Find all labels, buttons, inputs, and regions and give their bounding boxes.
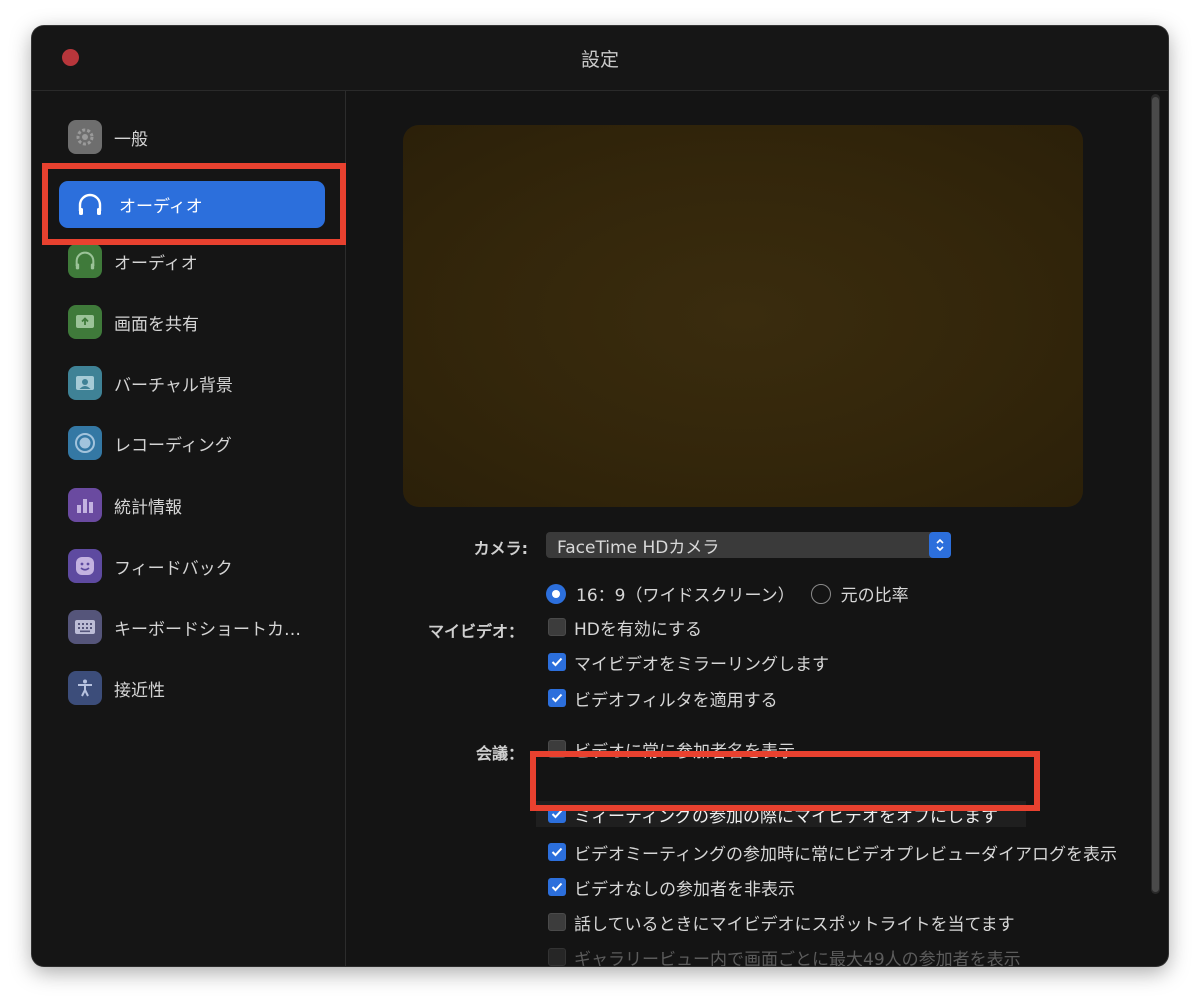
hd-label: HDを有効にする xyxy=(574,619,703,640)
filter-label: ビデオフィルタを適用する xyxy=(574,690,778,711)
aspect-ratio-group: 16：9（ワイドスクリーン） 元の比率 xyxy=(546,581,909,606)
sidebar-item-recording[interactable]: レコーディング xyxy=(68,423,328,463)
smile-icon xyxy=(68,549,102,583)
chevron-updown-icon xyxy=(929,532,951,558)
gear-icon xyxy=(68,120,102,154)
radio-widescreen[interactable] xyxy=(546,583,566,604)
sidebar-item-label: バーチャル背景 xyxy=(114,375,233,396)
headphones-icon xyxy=(68,244,102,278)
settings-window: 設定 一般 オーディオ オーディオ 画面を共有 バーチャル背景 レコーディング … xyxy=(32,26,1168,966)
gallery49-checkbox xyxy=(548,948,566,966)
checkmark-icon xyxy=(551,693,563,703)
video-settings-panel: カメラ: FaceTime HDカメラ 16：9（ワイドスクリーン） 元の比率 … xyxy=(346,91,1146,966)
scrollbar[interactable] xyxy=(1151,94,1160,894)
preview-dialog-checkbox[interactable] xyxy=(548,843,566,861)
checkmark-icon xyxy=(551,847,563,857)
mirror-checkbox[interactable] xyxy=(548,653,566,671)
title-bar: 設定 xyxy=(32,26,1168,91)
checkmark-icon xyxy=(551,882,563,892)
accessibility-icon xyxy=(68,671,102,705)
sidebar-item-virtual-background[interactable]: バーチャル背景 xyxy=(68,363,328,403)
mirror-label: マイビデオをミラーリングします xyxy=(574,654,829,675)
spotlight-label: 話しているときにマイビデオにスポットライトを当てます xyxy=(574,914,1015,935)
window-title: 設定 xyxy=(580,49,619,71)
my-video-label: マイビデオ： xyxy=(427,622,524,641)
camera-label: カメラ: xyxy=(473,539,528,558)
spotlight-option[interactable]: 話しているときにマイビデオにスポットライトを当てます xyxy=(548,911,1015,935)
radio-original-ratio[interactable] xyxy=(810,583,831,604)
sidebar-item-share-screen[interactable]: 画面を共有 xyxy=(68,302,328,342)
gallery49-option: ギャラリービュー内で画面ごとに最大49人の参加者を表示 xyxy=(548,946,1021,966)
highlight-frame-sidebar xyxy=(42,163,346,245)
filter-checkbox[interactable] xyxy=(548,689,566,707)
bar-chart-icon xyxy=(68,488,102,522)
radio-widescreen-label: 16：9（ワイドスクリーン） xyxy=(576,586,795,606)
checkmark-icon xyxy=(551,657,563,667)
gallery49-label: ギャラリービュー内で画面ごとに最大49人の参加者を表示 xyxy=(574,949,1021,967)
sidebar-item-accessibility[interactable]: 接近性 xyxy=(68,668,328,708)
sidebar-item-statistics[interactable]: 統計情報 xyxy=(68,485,328,525)
preview-dialog-option[interactable]: ビデオミーティングの参加時に常にビデオプレビューダイアログを表示 xyxy=(548,841,1117,865)
hd-option[interactable]: HDを有効にする xyxy=(548,616,703,640)
meeting-label: 会議： xyxy=(475,744,524,763)
sidebar-item-label: レコーディング xyxy=(114,435,232,456)
filter-option[interactable]: ビデオフィルタを適用する xyxy=(548,687,778,711)
sidebar-item-label: 接近性 xyxy=(114,680,165,701)
sidebar-item-label: 統計情報 xyxy=(114,497,182,518)
spotlight-checkbox[interactable] xyxy=(548,913,566,931)
record-icon xyxy=(68,426,102,460)
radio-original-label: 元の比率 xyxy=(840,586,909,606)
sidebar-item-label: フィードバック xyxy=(114,558,233,579)
highlight-frame-meeting-option xyxy=(530,751,1040,811)
sidebar-item-audio[interactable]: オーディオ xyxy=(68,241,328,281)
mirror-option[interactable]: マイビデオをミラーリングします xyxy=(548,651,829,675)
scroll-thumb[interactable] xyxy=(1152,97,1159,892)
sidebar-item-label: 画面を共有 xyxy=(114,314,199,335)
keyboard-icon xyxy=(68,610,102,644)
sidebar-item-feedback[interactable]: フィードバック xyxy=(68,546,328,586)
person-icon xyxy=(68,366,102,400)
sidebar-item-label: 一般 xyxy=(114,129,148,150)
sidebar-item-general[interactable]: 一般 xyxy=(68,117,328,157)
video-preview xyxy=(403,125,1083,507)
share-screen-icon xyxy=(68,305,102,339)
hide-non-video-label: ビデオなしの参加者を非表示 xyxy=(574,879,795,900)
sidebar-item-label: キーボードショートカ… xyxy=(114,619,301,640)
hd-checkbox[interactable] xyxy=(548,618,566,636)
hide-non-video-checkbox[interactable] xyxy=(548,878,566,896)
sidebar-item-keyboard-shortcuts[interactable]: キーボードショートカ… xyxy=(68,607,328,647)
sidebar-item-label: オーディオ xyxy=(114,253,198,274)
hide-non-video-option[interactable]: ビデオなしの参加者を非表示 xyxy=(548,876,795,900)
preview-dialog-label: ビデオミーティングの参加時に常にビデオプレビューダイアログを表示 xyxy=(574,844,1117,865)
camera-select[interactable]: FaceTime HDカメラ xyxy=(546,532,951,558)
camera-select-value: FaceTime HDカメラ xyxy=(557,537,720,558)
